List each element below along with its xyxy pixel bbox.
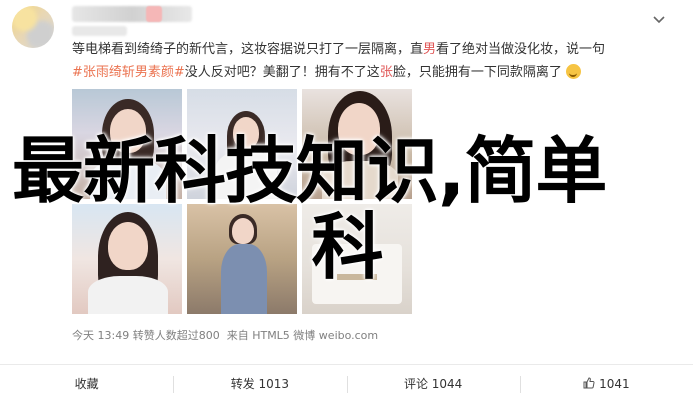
repost-button[interactable]: 转发 1013	[173, 365, 346, 404]
post-text-line1: 等电梯看到绮绮子的新代言，这妆容据说只打了一层隔离，直	[72, 42, 424, 57]
post-meta-time: 今天 13:49 转赞人数超过800	[72, 329, 220, 342]
collect-button[interactable]: 收藏	[0, 365, 173, 404]
overlay-line1: 最新科技知识,简单	[12, 129, 607, 213]
thumbs-up-icon	[583, 377, 595, 389]
post-meta: 今天 13:49 转赞人数超过800 来自 HTML5 微博 weibo.com	[72, 327, 378, 343]
post-text-line2-tail: 脸，只能拥有一下同款隔离了	[392, 65, 562, 80]
post-actions-bar: 收藏 转发 1013 评论 1044 1041	[0, 365, 693, 404]
like-count: 1041	[599, 377, 630, 391]
post-meta-source[interactable]: 来自 HTML5 微博 weibo.com	[227, 329, 378, 342]
collect-label: 收藏	[74, 377, 99, 391]
user-badge-icon	[146, 6, 162, 22]
username-blurred[interactable]	[72, 6, 192, 22]
post-text-line1-tail: 看了绝对当做没化妆，说一句	[436, 42, 606, 57]
post-text-red2: 张	[379, 65, 393, 80]
post-time-blurred	[72, 26, 127, 36]
like-button[interactable]: 1041	[519, 365, 693, 404]
hashtag-link[interactable]: #张雨绮斩男素颜#	[72, 65, 185, 80]
overlay-line2: 科	[311, 205, 383, 289]
weibo-post-card: 等电梯看到绮绮子的新代言，这妆容据说只打了一层隔离，直男看了绝对当做没化妆，说一…	[0, 0, 693, 404]
chevron-down-icon[interactable]	[653, 14, 665, 26]
comment-label: 评论 1044	[403, 377, 463, 391]
smile-emoji-icon	[565, 64, 581, 79]
overlay-title: 最新科技知识,简单 科	[12, 133, 672, 285]
post-text-red1: 男	[423, 42, 437, 57]
post-text-line2: 没人反对吧？美翻了！拥有不了这	[184, 65, 380, 80]
repost-label: 转发 1013	[230, 377, 290, 391]
comment-button[interactable]: 评论 1044	[346, 365, 520, 404]
post-text: 等电梯看到绮绮子的新代言，这妆容据说只打了一层隔离，直男看了绝对当做没化妆，说一…	[72, 38, 672, 84]
user-avatar[interactable]	[12, 6, 54, 48]
